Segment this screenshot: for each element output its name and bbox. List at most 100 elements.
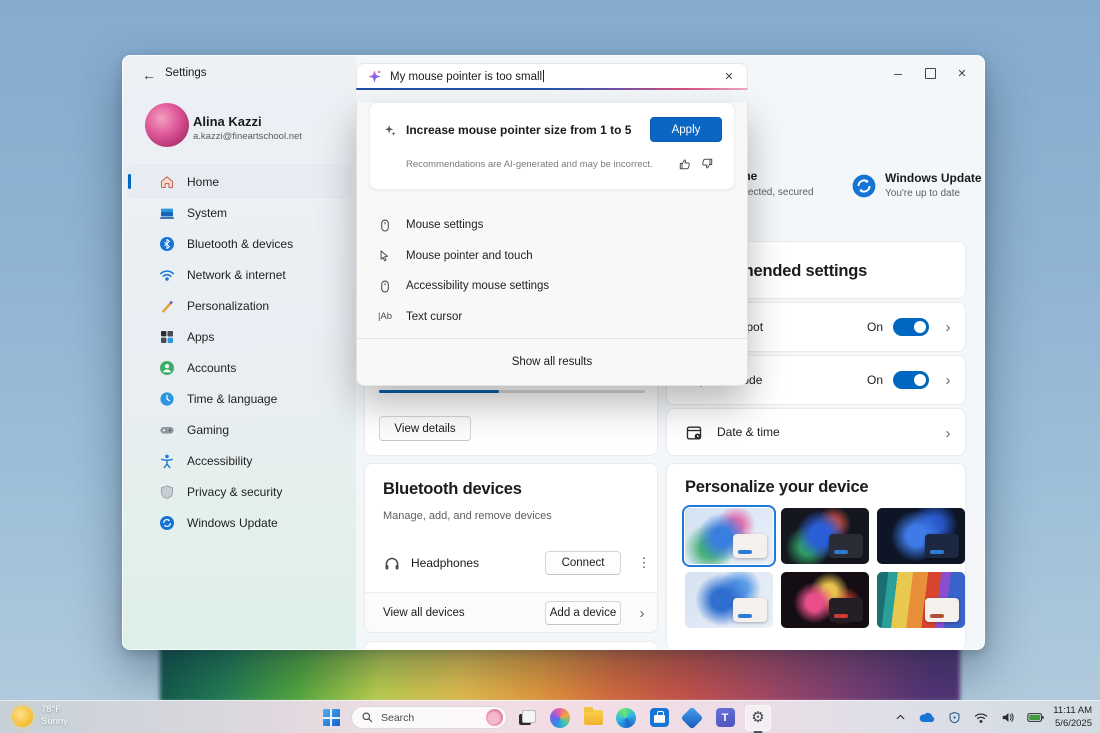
weather-temperature: 78°F (41, 704, 68, 716)
storage-progress-fill (379, 390, 499, 393)
sidebar-item-accessibility[interactable]: Accessibility (128, 445, 351, 476)
close-button[interactable] (946, 60, 978, 86)
sidebar-item-time-language[interactable]: Time & language (128, 383, 351, 414)
edge-button[interactable] (613, 705, 639, 731)
date-time-row[interactable]: Date & time (666, 408, 966, 456)
chevron-right-icon[interactable] (939, 424, 957, 442)
sidebar-item-personalization[interactable]: Personalization (128, 290, 351, 321)
calendar-clock-icon (685, 424, 703, 442)
windows-update-status-icon (851, 173, 877, 199)
theme-tile-light-bloom[interactable] (685, 508, 773, 564)
mouse-icon (377, 217, 393, 233)
theme-tile-light-blue-bloom[interactable] (685, 572, 773, 628)
sidebar-item-bluetooth-devices[interactable]: Bluetooth & devices (128, 228, 351, 259)
thumbs-up-icon[interactable] (674, 155, 696, 173)
network-icon (158, 266, 175, 283)
security-icon[interactable] (945, 709, 963, 727)
hidden-icons-chevron[interactable] (891, 709, 909, 727)
sidebar-item-label: Privacy & security (187, 485, 282, 499)
sidebar-item-label: Apps (187, 330, 214, 344)
system-tray: 11:11 AM 5/6/2025 (891, 701, 1092, 733)
task-view-button[interactable] (514, 705, 540, 731)
sun-icon (12, 706, 33, 727)
next-card-peek (364, 641, 658, 650)
minimize-button[interactable] (882, 60, 914, 86)
sidebar-item-privacy-security[interactable]: Privacy & security (128, 476, 351, 507)
ai-suggestion-label: Increase mouse pointer size from 1 to 5 (406, 123, 641, 137)
copilot-button[interactable] (547, 705, 573, 731)
chevron-right-icon[interactable] (939, 318, 957, 336)
search-result-mouse-settings[interactable]: Mouse settings (357, 210, 747, 241)
close-search-icon[interactable] (719, 66, 739, 86)
search-result-label: Mouse pointer and touch (406, 250, 533, 262)
theme-tile-dark-blue-bloom[interactable] (877, 508, 965, 564)
search-result-accessibility-mouse[interactable]: Accessibility mouse settings (357, 271, 747, 302)
sidebar-item-network-internet[interactable]: Network & internet (128, 259, 351, 290)
view-all-devices-link[interactable]: View all devices (383, 607, 465, 619)
battery-icon[interactable] (1026, 709, 1044, 727)
window-title: Settings (165, 67, 207, 79)
more-options-icon[interactable] (633, 551, 655, 575)
avatar[interactable] (145, 103, 189, 147)
thumbs-down-icon[interactable] (696, 155, 718, 173)
search-results-panel: Increase mouse pointer size from 1 to 5 … (356, 102, 748, 386)
bluetooth-card-subtitle: Manage, add, and remove devices (383, 510, 552, 522)
date-time-label: Date & time (717, 409, 780, 455)
taskbar-clock[interactable]: 11:11 AM 5/6/2025 (1053, 705, 1092, 730)
connect-button[interactable]: Connect (545, 551, 621, 575)
copilot-sparkle-icon (367, 69, 382, 84)
sidebar-item-windows-update[interactable]: Windows Update (128, 507, 351, 538)
toggle-switch[interactable] (893, 371, 929, 389)
sidebar-item-accounts[interactable]: Accounts (128, 352, 351, 383)
bluetooth-device-row: Headphones Connect (365, 542, 657, 584)
personalize-card: Personalize your device (666, 463, 966, 650)
search-result-mouse-pointer-touch[interactable]: Mouse pointer and touch (357, 241, 747, 272)
sidebar-item-gaming[interactable]: Gaming (128, 414, 351, 445)
theme-tile-color-stripes[interactable] (877, 572, 965, 628)
sidebar-item-label: Personalization (187, 299, 269, 313)
sidebar-item-apps[interactable]: Apps (128, 321, 351, 352)
weather-widget[interactable]: 78°F Sunny (12, 704, 68, 729)
start-button[interactable] (318, 705, 344, 731)
store-icon (650, 708, 669, 727)
search-bar[interactable]: My mouse pointer is too small (356, 63, 748, 88)
sidebar-item-label: Bluetooth & devices (187, 237, 293, 251)
search-result-text-cursor[interactable]: Text cursor (357, 302, 747, 333)
device-name: Headphones (411, 556, 479, 570)
teams-button[interactable] (712, 705, 738, 731)
taskbar-apps: Search ⚙ (318, 701, 771, 733)
apps-icon (158, 328, 175, 345)
volume-icon[interactable] (999, 709, 1017, 727)
sidebar-item-home[interactable]: Home (128, 166, 351, 197)
sidebar-item-system[interactable]: System (128, 197, 351, 228)
add-device-button[interactable]: Add a device (545, 601, 621, 625)
show-all-results-button[interactable]: Show all results (357, 339, 747, 385)
folder-icon (584, 710, 603, 725)
app-button[interactable] (679, 705, 705, 731)
bluetooth-icon (158, 235, 175, 252)
back-button[interactable] (137, 64, 161, 86)
apply-button[interactable]: Apply (650, 117, 722, 142)
search-input[interactable]: My mouse pointer is too small (390, 70, 711, 83)
view-details-button[interactable]: View details (379, 416, 471, 441)
search-result-label: Mouse settings (406, 219, 483, 231)
microsoft-store-button[interactable] (646, 705, 672, 731)
theme-tile-dark-floral[interactable] (781, 572, 869, 628)
maximize-button[interactable] (914, 60, 946, 86)
chevron-right-icon[interactable] (633, 604, 651, 622)
theme-tile-dark-bloom[interactable] (781, 508, 869, 564)
copilot-icon (550, 708, 570, 728)
onedrive-cloud-icon[interactable] (918, 709, 936, 727)
personalize-title: Personalize your device (685, 478, 868, 497)
bluetooth-card-footer: View all devices Add a device (365, 593, 657, 632)
settings-window: Alina Kazzi a.kazzi@fineartschool.net Ho… (122, 55, 985, 650)
toggle-switch[interactable] (893, 318, 929, 336)
text-cursor-icon (377, 309, 393, 325)
file-explorer-button[interactable] (580, 705, 606, 731)
ai-suggestion-card: Increase mouse pointer size from 1 to 5 … (369, 102, 735, 190)
wifi-icon[interactable] (972, 709, 990, 727)
chevron-right-icon[interactable] (939, 371, 957, 389)
taskbar-search[interactable]: Search (351, 706, 507, 729)
settings-taskbar-button[interactable]: ⚙ (745, 705, 771, 731)
home-icon (158, 173, 175, 190)
